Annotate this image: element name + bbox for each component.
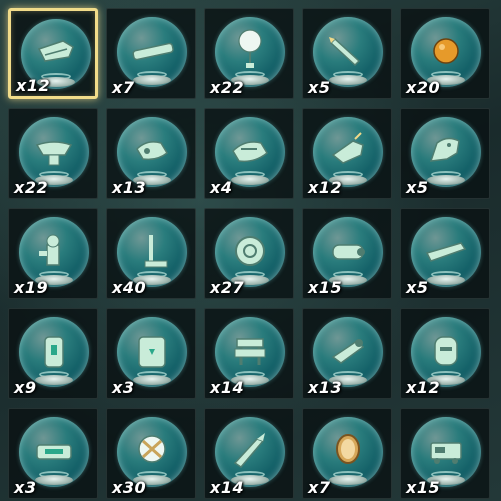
inventory-slot[interactable]: x22 xyxy=(8,108,98,199)
inventory-slot[interactable]: x27 xyxy=(204,208,294,299)
item-count: x27 xyxy=(210,278,245,297)
item-count: x3 xyxy=(14,478,37,497)
inventory-slot[interactable]: x14 xyxy=(204,308,294,399)
inventory-slot[interactable]: x12 xyxy=(302,108,392,199)
item-count: x14 xyxy=(210,478,245,497)
item-count: x40 xyxy=(112,278,147,297)
inventory-slot[interactable]: x12 xyxy=(8,8,98,99)
item-count: x13 xyxy=(112,178,147,197)
inventory-slot[interactable]: x9 xyxy=(8,308,98,399)
item-count: x12 xyxy=(16,76,51,95)
inventory-slot[interactable]: x7 xyxy=(302,408,392,499)
inventory-slot[interactable]: x4 xyxy=(204,108,294,199)
item-count: x5 xyxy=(406,278,429,297)
inventory-slot[interactable]: x22 xyxy=(204,8,294,99)
item-count: x7 xyxy=(112,78,135,97)
inventory-slot[interactable]: x13 xyxy=(106,108,196,199)
inventory-slot[interactable]: x13 xyxy=(302,308,392,399)
item-count: x22 xyxy=(14,178,49,197)
capsule-inventory-grid: x12 x7 x22 x5 x20 x22 x13 x4 x12 x5 x19 x40 x27 x15 x5… xyxy=(8,8,498,501)
inventory-slot[interactable]: x14 xyxy=(204,408,294,499)
inventory-slot[interactable]: x5 xyxy=(400,108,490,199)
inventory-slot[interactable]: x30 xyxy=(106,408,196,499)
item-count: x9 xyxy=(14,378,37,397)
inventory-slot[interactable]: x5 xyxy=(400,208,490,299)
item-count: x20 xyxy=(406,78,441,97)
inventory-slot[interactable]: x15 xyxy=(302,208,392,299)
item-count: x12 xyxy=(308,178,343,197)
inventory-slot[interactable]: x3 xyxy=(106,308,196,399)
item-count: x19 xyxy=(14,278,49,297)
item-count: x15 xyxy=(308,278,343,297)
inventory-slot[interactable]: x12 xyxy=(400,308,490,399)
item-count: x22 xyxy=(210,78,245,97)
item-count: x13 xyxy=(308,378,343,397)
inventory-slot[interactable]: x40 xyxy=(106,208,196,299)
item-count: x3 xyxy=(112,378,135,397)
item-count: x12 xyxy=(406,378,441,397)
item-count: x4 xyxy=(210,178,233,197)
inventory-slot[interactable]: x3 xyxy=(8,408,98,499)
item-count: x30 xyxy=(112,478,147,497)
inventory-slot[interactable]: x19 xyxy=(8,208,98,299)
inventory-slot[interactable]: x15 xyxy=(400,408,490,499)
item-count: x15 xyxy=(406,478,441,497)
item-count: x14 xyxy=(210,378,245,397)
item-count: x7 xyxy=(308,478,331,497)
inventory-slot[interactable]: x5 xyxy=(302,8,392,99)
item-count: x5 xyxy=(308,78,331,97)
inventory-slot[interactable]: x20 xyxy=(400,8,490,99)
inventory-slot[interactable]: x7 xyxy=(106,8,196,99)
item-count: x5 xyxy=(406,178,429,197)
